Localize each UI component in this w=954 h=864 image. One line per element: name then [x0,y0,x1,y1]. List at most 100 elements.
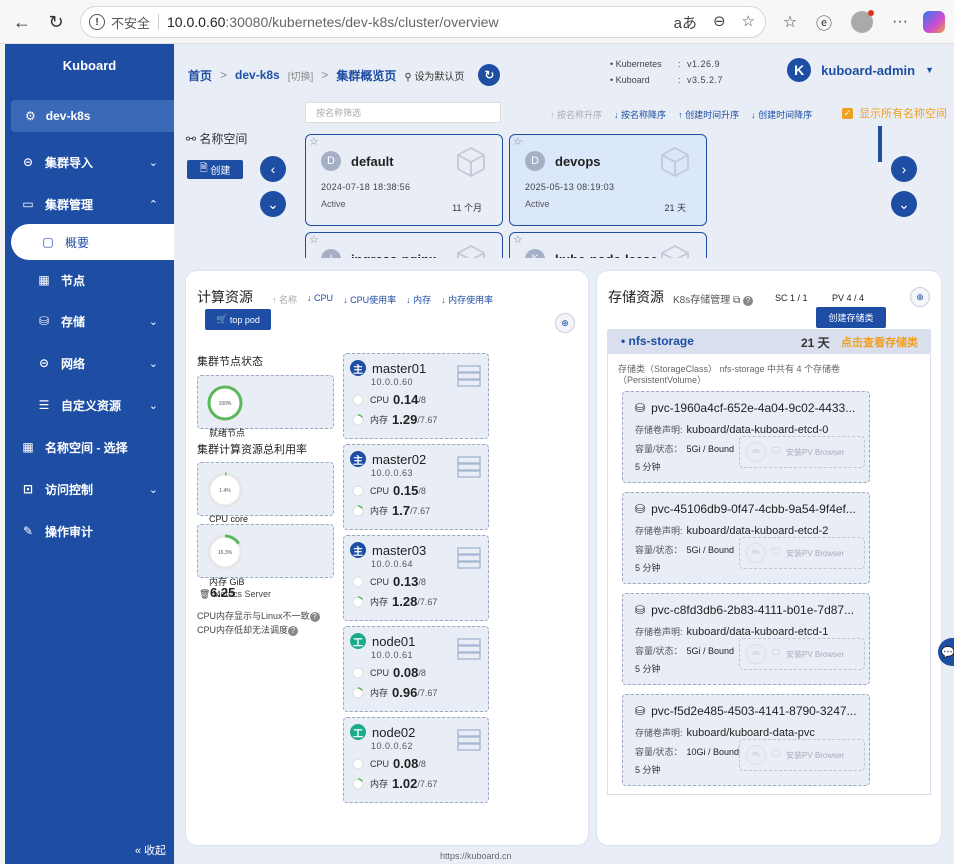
sc-count: SC 1 / 1 [775,293,808,303]
zoom-in-icon[interactable]: ⊕ [555,313,575,333]
pv-card[interactable]: ⛁ pvc-c8fd3db6-2b83-4111-b01e-7d87... 存储卷声… [622,593,870,685]
install-pv-browser-button[interactable]: 0% 🗀 安装PV Browser [739,436,865,468]
star-icon: ☆ [513,136,523,148]
star-icon: ☆ [309,136,319,148]
zoom-in-icon[interactable]: ⊕ [910,287,930,307]
copilot-icon[interactable] [922,10,946,34]
sidebar-item-cluster-manage[interactable]: ▭ 集群管理 ⌃ [5,186,174,222]
namespace-card[interactable]: ☆ D default 2024-07-18 18:38:56 Active 1… [305,134,503,226]
namespace-card[interactable]: ☆ I ingress-nginx [305,232,503,258]
pv-card[interactable]: ⛁ pvc-f5d2e485-4503-4141-8790-3247... 存储卷声… [622,694,870,786]
next-namespace-button[interactable]: › [891,156,917,182]
create-namespace-button[interactable]: 🗎 创建 [187,160,243,179]
namespace-card[interactable]: ☆ K kube-node-lease [509,232,707,258]
sidebar-item-network[interactable]: ⊝ 网络 ⌄ [5,345,174,381]
storage-class-header: • nfs-storage 21 天 点击查看存储类 [607,329,931,353]
view-storage-class-link[interactable]: 点击查看存储类 [841,334,918,350]
show-all-namespaces-checkbox[interactable]: ✓ 显示所有名称空间 [842,105,947,121]
browser-toolbar: ← ↻ ! 不安全 10.0.0.60:30080/kubernetes/dev… [0,0,954,44]
svg-text:1.4%: 1.4% [219,488,231,494]
pv-card[interactable]: ⛁ pvc-45106db9-0f47-4cbb-9a54-9f4ef... 存储卷… [622,492,870,584]
memory-ring: 16.3% [207,534,243,570]
pv-name: ⛁ pvc-c8fd3db6-2b83-4111-b01e-7d87... [635,603,855,617]
refresh-button[interactable]: ↻ [478,64,501,86]
cluster-selector[interactable]: ⚙ dev-k8s [11,100,174,132]
sidebar: Kuboard ⚙ dev-k8s ⊝ 集群导入 ⌄ ▭ 集群管理 ⌃ ▢ 概要 ▦ 节点 … [5,44,174,864]
footer-link[interactable]: https://kuboard.cn [440,851,512,861]
sidebar-item-nodes[interactable]: ▦ 节点 [5,262,174,298]
install-pv-browser-button[interactable]: 0% 🗀 安装PV Browser [739,638,865,670]
switch-cluster-link[interactable]: [切换] [288,68,314,83]
cpu-linux-note[interactable]: CPU内存显示与Linux不一致? [197,609,320,622]
namespace-title: ⚯ 名称空间 [186,132,248,146]
node-card[interactable]: 主 master03 10.0.0.64 CPU 0.13/8 内存 1.28/7.67 [343,535,489,621]
set-default-link[interactable]: ⚲ 设为默认页 [404,68,464,83]
k8s-storage-link[interactable]: K8s存储管理 ⧉ ? [673,291,753,306]
namespace-scrollbar[interactable] [878,126,882,256]
profile-icon[interactable] [850,10,874,34]
create-storage-class-button[interactable]: 创建存储类 [816,307,886,328]
node-role-badge: 主 [350,451,366,467]
sidebar-item-audit[interactable]: ✎ 操作审计 [5,513,174,549]
sidebar-item-namespace-select[interactable]: ▦ 名称空间 - 选择 [5,429,174,465]
node-card[interactable]: 工 node01 10.0.0.61 CPU 0.08/8 内存 0.96/7.67 [343,626,489,712]
favorite-star-icon[interactable]: ☆ [742,12,755,33]
server-icon [457,729,481,751]
prev-namespace-button[interactable]: ‹ [260,156,286,182]
reload-icon[interactable]: ↻ [44,10,68,34]
node-card[interactable]: 主 master02 10.0.0.63 CPU 0.15/8 内存 1.7/7.67 [343,444,489,530]
node-card[interactable]: 工 node02 10.0.0.62 CPU 0.08/8 内存 1.02/7.67 [343,717,489,803]
collapse-sidebar-button[interactable]: « 收起 [135,842,166,858]
link-icon: ⊝ [38,356,50,370]
server-icon [457,456,481,478]
brand-logo: Kuboard [62,58,117,73]
namespace-list: ☆ D default 2024-07-18 18:38:56 Active 1… [304,132,880,258]
schedule-note[interactable]: CPU内存低却无法调度? [197,623,299,636]
sidebar-item-crd[interactable]: ☰ 自定义资源 ⌄ [5,387,174,423]
sort-time-desc[interactable]: ↓ 创建时间降序 [751,108,812,121]
url-text[interactable]: 10.0.0.60:30080/kubernetes/dev-k8s/clust… [167,14,499,30]
sort-time-asc[interactable]: ↑ 创建时间升序 [678,108,739,121]
node-card[interactable]: 主 master01 10.0.0.60 CPU 0.14/8 内存 1.29/7.67 [343,353,489,439]
avatar: K [787,58,812,82]
breadcrumb-home[interactable]: 首页 [188,67,212,84]
server-icon [457,365,481,387]
zoom-icon[interactable]: ⊖ [713,12,726,33]
install-pv-browser-button[interactable]: 0% 🗀 安装PV Browser [739,537,865,569]
user-menu[interactable]: K kuboard-admin ▼ [787,58,934,82]
pv-age: 5 分钟 [635,664,661,674]
storage-class-body: 存储类（StorageClass） nfs-storage 中共有 4 个存储卷… [607,353,931,795]
folder-icon: 🗀 [772,446,780,455]
storage-title: 存储资源 [608,289,664,305]
read-aloud-icon[interactable]: aあ [674,12,697,33]
pv-name: ⛁ pvc-45106db9-0f47-4cbb-9a54-9f4ef... [635,502,856,516]
breadcrumb: 首页 > dev-k8s [切换] > 集群概览页 ⚲ 设为默认页 ↻ [188,64,501,86]
expand-namespace-button[interactable]: ⌄ [891,191,917,217]
favorites-icon[interactable]: ☆ [778,10,802,34]
chevron-up-icon: ⌃ [148,198,158,211]
sidebar-item-import[interactable]: ⊝ 集群导入 ⌄ [5,144,174,180]
node-cpu-row: CPU 0.13/8 [352,574,426,589]
back-icon[interactable]: ← [10,10,34,34]
sidebar-item-storage[interactable]: ⛁ 存储 ⌄ [5,303,174,339]
node-name: node01 [372,634,416,649]
address-bar[interactable]: ! 不安全 10.0.0.60:30080/kubernetes/dev-k8s… [80,6,766,38]
namespace-filter-input[interactable]: 按名称筛选 [305,102,501,123]
namespace-card[interactable]: ☆ D devops 2025-05-13 08:19:03 Active 21… [509,134,707,226]
sidebar-item-access-control[interactable]: ⊡ 访问控制 ⌄ [5,471,174,507]
more-icon[interactable]: ··· [888,10,912,34]
sort-name-desc[interactable]: ↓ 按名称降序 [614,108,666,121]
ie-mode-icon[interactable]: ⓔ [812,10,836,34]
collapse-namespace-button[interactable]: ⌄ [260,191,286,217]
breadcrumb-cluster[interactable]: dev-k8s [235,68,280,82]
install-pv-browser-button[interactable]: 0% 🗀 安装PV Browser [739,739,865,771]
top-pod-button[interactable]: 🛒 top pod [205,309,271,330]
sort-name-asc[interactable]: ↑ 按名称升序 [550,108,602,121]
link-icon: ⊝ [22,155,34,169]
node-name: master01 [372,361,427,376]
pv-card[interactable]: ⛁ pvc-1960a4cf-652e-4a04-9c02-4433... 存储卷声… [622,391,870,483]
database-icon: ⛁ [635,603,646,617]
chevron-down-icon: ⌄ [148,156,158,169]
main-content: 首页 > dev-k8s [切换] > 集群概览页 ⚲ 设为默认页 ↻ • Ku… [174,44,954,864]
sidebar-item-overview[interactable]: ▢ 概要 [11,224,174,260]
